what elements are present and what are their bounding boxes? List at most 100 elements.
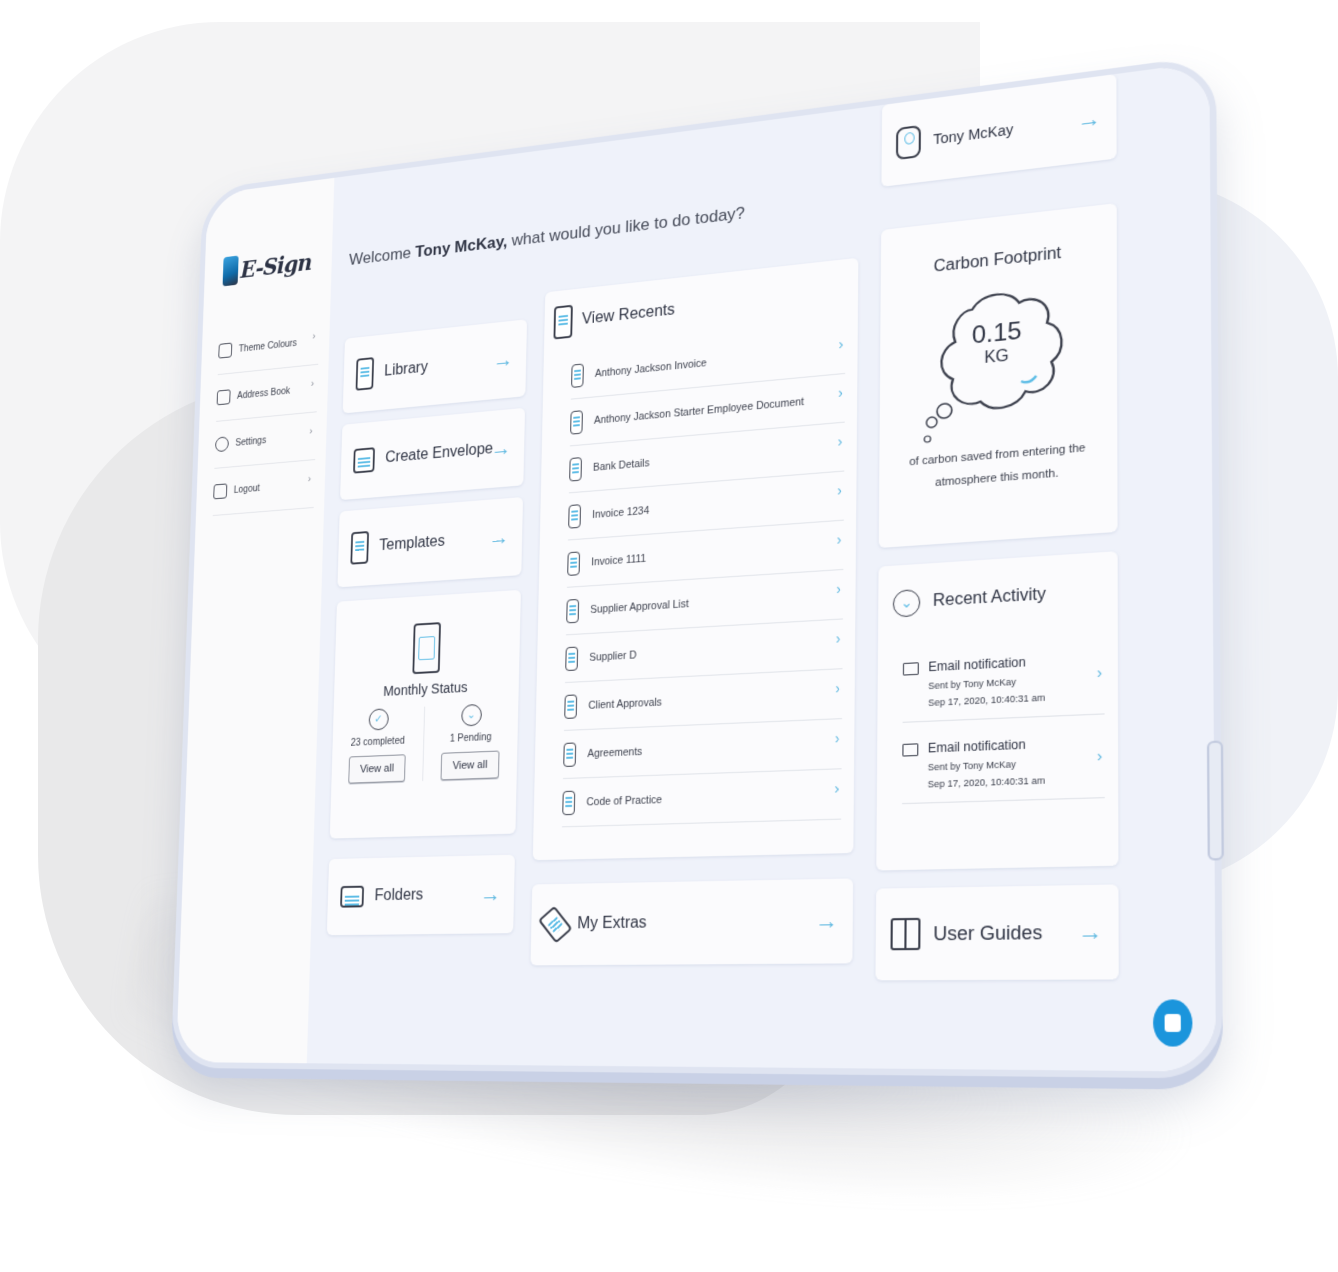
address-book-icon: [216, 389, 231, 406]
pending-stat: ⌄ 1 Pending View all: [422, 702, 519, 782]
templates-card[interactable]: Templates →: [337, 496, 524, 588]
recent-item-label: Bank Details: [592, 456, 650, 474]
mail-icon: [902, 743, 919, 757]
view-all-pending-button[interactable]: View all: [440, 750, 500, 781]
carbon-cloud: 0.15 KG: [917, 276, 1078, 446]
arrow-right-icon: →: [1077, 104, 1102, 134]
chat-button[interactable]: [1153, 999, 1193, 1047]
chevron-right-icon: ›: [836, 580, 842, 598]
chevron-right-icon: ›: [307, 473, 312, 485]
chevron-right-icon: ›: [838, 384, 844, 401]
chevron-right-icon: ›: [835, 629, 841, 647]
sidebar-item-logout[interactable]: Logout ›: [212, 460, 316, 517]
recent-activity-card: ⌄ Recent Activity Email notification Sen…: [876, 551, 1119, 871]
welcome-prefix: Welcome: [348, 243, 416, 269]
monthly-status-title: Monthly Status: [383, 679, 468, 699]
chevron-right-icon: ›: [835, 679, 841, 697]
monthly-status-icon: [411, 622, 441, 675]
folder-icon: [340, 885, 365, 908]
library-card[interactable]: Library →: [342, 319, 528, 414]
folders-label: Folders: [374, 886, 424, 905]
main-content: Welcome Tony McKay, what would you like …: [306, 61, 1217, 1072]
my-extras-card[interactable]: My Extras →: [530, 878, 854, 966]
activity-title: Email notification: [928, 654, 1026, 675]
welcome-suffix: what would you like to do today?: [507, 203, 746, 251]
create-envelope-label: Create Envelope: [385, 440, 494, 467]
carbon-footprint-card: Carbon Footprint 0.15 KG of carbon saved…: [878, 203, 1118, 549]
chevron-right-icon: ›: [837, 432, 843, 450]
sidebar-item-label: Address Book: [236, 385, 291, 402]
envelope-icon: [353, 447, 375, 474]
arrow-right-icon: →: [490, 435, 512, 461]
activity-item[interactable]: Email notification Sent by Tony McKay Se…: [902, 714, 1105, 805]
sidebar-item-label: Theme Colours: [238, 337, 298, 355]
welcome-message: Welcome Tony McKay, what would you like …: [349, 203, 745, 269]
chevron-circle-icon: ⌄: [892, 588, 921, 618]
view-recents-title: View Recents: [581, 301, 675, 328]
chevron-right-icon: ›: [837, 481, 843, 499]
user-avatar-icon: [895, 124, 921, 161]
library-label: Library: [384, 359, 429, 380]
arrow-right-icon: →: [815, 907, 839, 934]
logout-icon: [213, 483, 228, 500]
activity-item[interactable]: Email notification Sent by Tony McKay Se…: [902, 631, 1105, 723]
logo[interactable]: E-Sign: [222, 247, 312, 287]
arrow-right-icon: →: [492, 346, 514, 373]
recent-item[interactable]: Code of Practice ›: [562, 769, 842, 828]
sidebar-item-label: Logout: [233, 482, 260, 496]
document-icon: [571, 362, 584, 388]
chevron-right-icon: ›: [834, 729, 840, 747]
pending-count: 1 Pending: [449, 732, 492, 745]
device-side-button: [1206, 740, 1224, 861]
document-icon: [562, 790, 576, 815]
tablet-mockup: E-Sign Theme Colours › Address Book › Se…: [170, 0, 1224, 1079]
gear-icon: [214, 436, 229, 453]
palette-icon: [218, 342, 233, 359]
templates-label: Templates: [378, 532, 446, 555]
logo-text: E-Sign: [240, 247, 312, 283]
templates-icon: [350, 531, 370, 565]
document-icon: [568, 503, 581, 529]
arrow-right-icon: →: [488, 524, 510, 551]
activity-title: Email notification: [927, 737, 1026, 756]
create-envelope-card[interactable]: Create Envelope →: [340, 407, 526, 501]
tablet-screen: E-Sign Theme Colours › Address Book › Se…: [170, 54, 1224, 1079]
mail-icon: [902, 662, 919, 676]
folders-card[interactable]: Folders →: [326, 854, 515, 936]
recent-item-label: Anthony Jackson Starter Employee Documen…: [593, 395, 805, 427]
user-name: Tony McKay: [933, 121, 1014, 148]
document-icon: [570, 409, 583, 435]
sidebar-nav: Theme Colours › Address Book › Settings …: [212, 317, 320, 517]
chevron-right-icon: ›: [1096, 747, 1103, 766]
document-icon: [566, 598, 580, 623]
view-recents-card: View Recents Anthony Jackson Invoice › An…: [532, 257, 859, 861]
recent-item-label: Anthony Jackson Invoice: [594, 356, 707, 380]
activity-sender: Sent by Tony McKay: [928, 676, 1017, 692]
document-icon: [565, 646, 579, 671]
monthly-status-card: Monthly Status ✓ 23 completed View all ⌄…: [329, 589, 521, 839]
chevron-right-icon: ›: [834, 779, 840, 797]
user-profile-card[interactable]: Tony McKay →: [881, 73, 1117, 187]
recent-item-label: Supplier Approval List: [590, 597, 689, 616]
document-icon: [567, 550, 581, 576]
chevron-right-icon: ›: [310, 378, 315, 390]
recent-item-label: Code of Practice: [586, 793, 663, 808]
sidebar-item-label: Settings: [235, 435, 267, 449]
view-all-completed-button[interactable]: View all: [347, 754, 407, 784]
document-icon: [569, 456, 582, 482]
book-icon: [890, 917, 921, 951]
pending-circle-icon: ⌄: [460, 703, 482, 727]
user-guides-label: User Guides: [933, 921, 1043, 945]
user-guides-card[interactable]: User Guides →: [875, 884, 1119, 981]
activity-time: Sep 17, 2020, 10:40:31 am: [927, 775, 1046, 790]
welcome-user-name: Tony McKay,: [414, 232, 508, 261]
chevron-right-icon: ›: [312, 330, 316, 343]
recent-activity-title: Recent Activity: [932, 585, 1046, 611]
recent-item-label: Supplier D: [589, 648, 637, 664]
recent-item-label: Invoice 1111: [591, 552, 647, 568]
view-recents-icon: [553, 304, 573, 340]
check-circle-icon: ✓: [368, 708, 389, 731]
chat-icon: [1164, 1013, 1181, 1032]
chevron-right-icon: ›: [309, 425, 313, 438]
my-extras-label: My Extras: [577, 914, 647, 933]
